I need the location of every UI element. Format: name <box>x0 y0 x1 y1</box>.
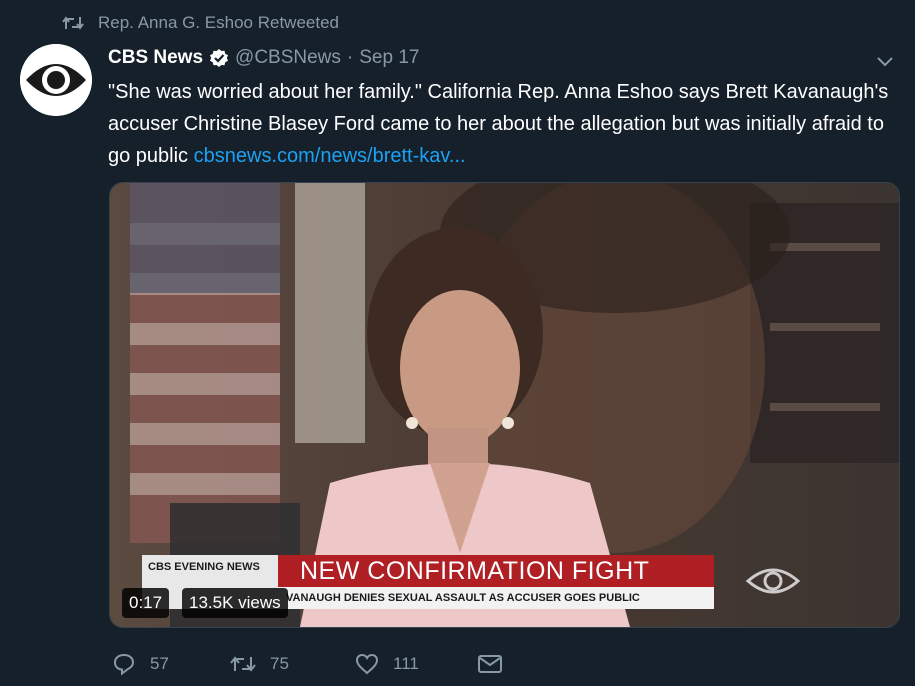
retweet-icon <box>62 15 98 31</box>
share-button[interactable] <box>477 654 517 674</box>
video-player[interactable]: CBS EVENING NEWS NEW CONFIRMATION FIGHT … <box>109 182 900 628</box>
video-subheadline: VANAUGH DENIES SEXUAL ASSAULT AS ACCUSER… <box>278 587 714 609</box>
retweet-count: 75 <box>270 654 289 673</box>
tweet-text: "She was worried about her family." Cali… <box>108 76 898 172</box>
action-bar: 57 75 111 <box>112 650 517 678</box>
like-icon <box>355 653 379 675</box>
share-icon <box>478 655 502 673</box>
reply-button[interactable]: 57 <box>112 652 230 676</box>
separator: · <box>346 47 354 68</box>
tweet-link[interactable]: cbsnews.com/news/brett-kav... <box>194 145 466 167</box>
video-views: 13.5K views <box>182 588 288 618</box>
cbs-eye-logo <box>20 44 92 116</box>
retweet-icon <box>230 656 256 672</box>
retweet-context[interactable]: Rep. Anna G. Eshoo Retweeted <box>62 11 339 35</box>
reply-count: 57 <box>150 654 169 673</box>
video-headline: NEW CONFIRMATION FIGHT <box>278 555 714 587</box>
retweet-label: Rep. Anna G. Eshoo Retweeted <box>98 13 339 32</box>
tweet-header: CBS News @CBSNews · Sep 17 <box>108 43 419 73</box>
display-name[interactable]: CBS News <box>108 47 203 69</box>
handle[interactable]: @CBSNews <box>235 47 341 69</box>
avatar[interactable] <box>20 44 92 116</box>
reply-icon <box>113 653 135 676</box>
verified-icon <box>209 48 229 68</box>
chevron-down-button[interactable] <box>873 50 897 74</box>
video-duration: 0:17 <box>122 588 170 618</box>
timestamp[interactable]: Sep 17 <box>359 47 419 69</box>
retweet-button[interactable]: 75 <box>230 654 355 674</box>
like-count: 111 <box>393 654 419 673</box>
chevron-down-icon <box>877 57 893 67</box>
like-button[interactable]: 111 <box>355 653 477 675</box>
